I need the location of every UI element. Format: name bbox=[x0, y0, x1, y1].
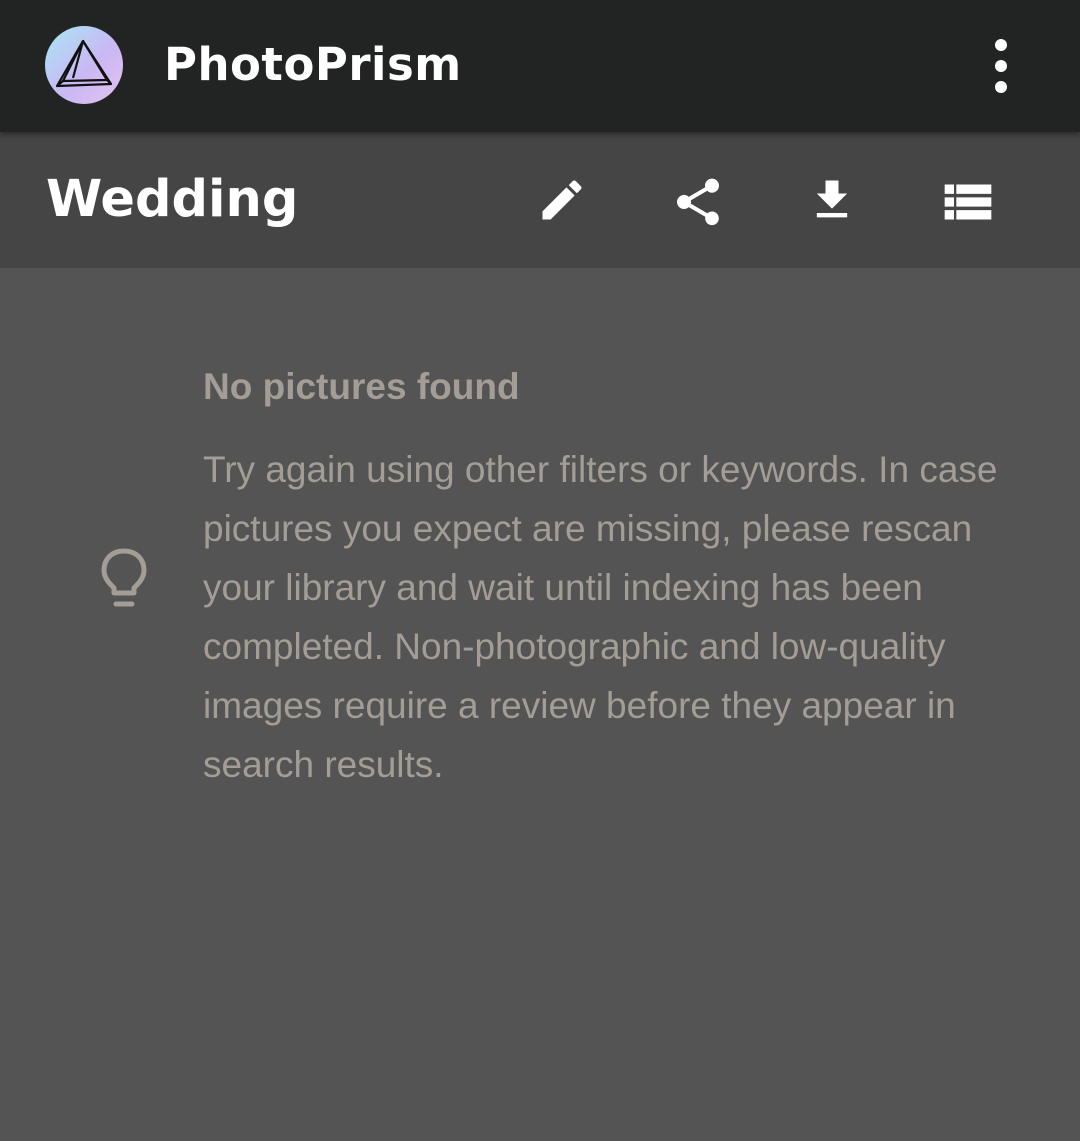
toggle-view-button[interactable] bbox=[932, 166, 1000, 234]
dots-vertical-icon bbox=[995, 39, 1007, 93]
download-album-button[interactable] bbox=[798, 166, 866, 234]
photoprism-logo-icon[interactable] bbox=[45, 26, 123, 104]
album-title: Wedding bbox=[46, 170, 299, 229]
empty-state-message: Try again using other filters or keyword… bbox=[203, 449, 998, 785]
empty-state: No pictures found Try again using other … bbox=[0, 268, 1080, 1141]
empty-state-title: No pictures found bbox=[203, 366, 520, 407]
lightbulb-outline-icon bbox=[96, 546, 152, 610]
more-menu-button[interactable] bbox=[978, 36, 1024, 96]
app-bar: PhotoPrism bbox=[0, 0, 1080, 132]
share-album-button[interactable] bbox=[662, 166, 730, 234]
view-list-icon bbox=[944, 184, 992, 220]
edit-album-button[interactable] bbox=[528, 166, 596, 234]
pencil-icon bbox=[542, 180, 582, 220]
share-icon bbox=[677, 178, 719, 226]
download-icon bbox=[816, 180, 848, 218]
album-toolbar: Wedding bbox=[0, 132, 1080, 268]
app-title: PhotoPrism bbox=[164, 38, 462, 91]
